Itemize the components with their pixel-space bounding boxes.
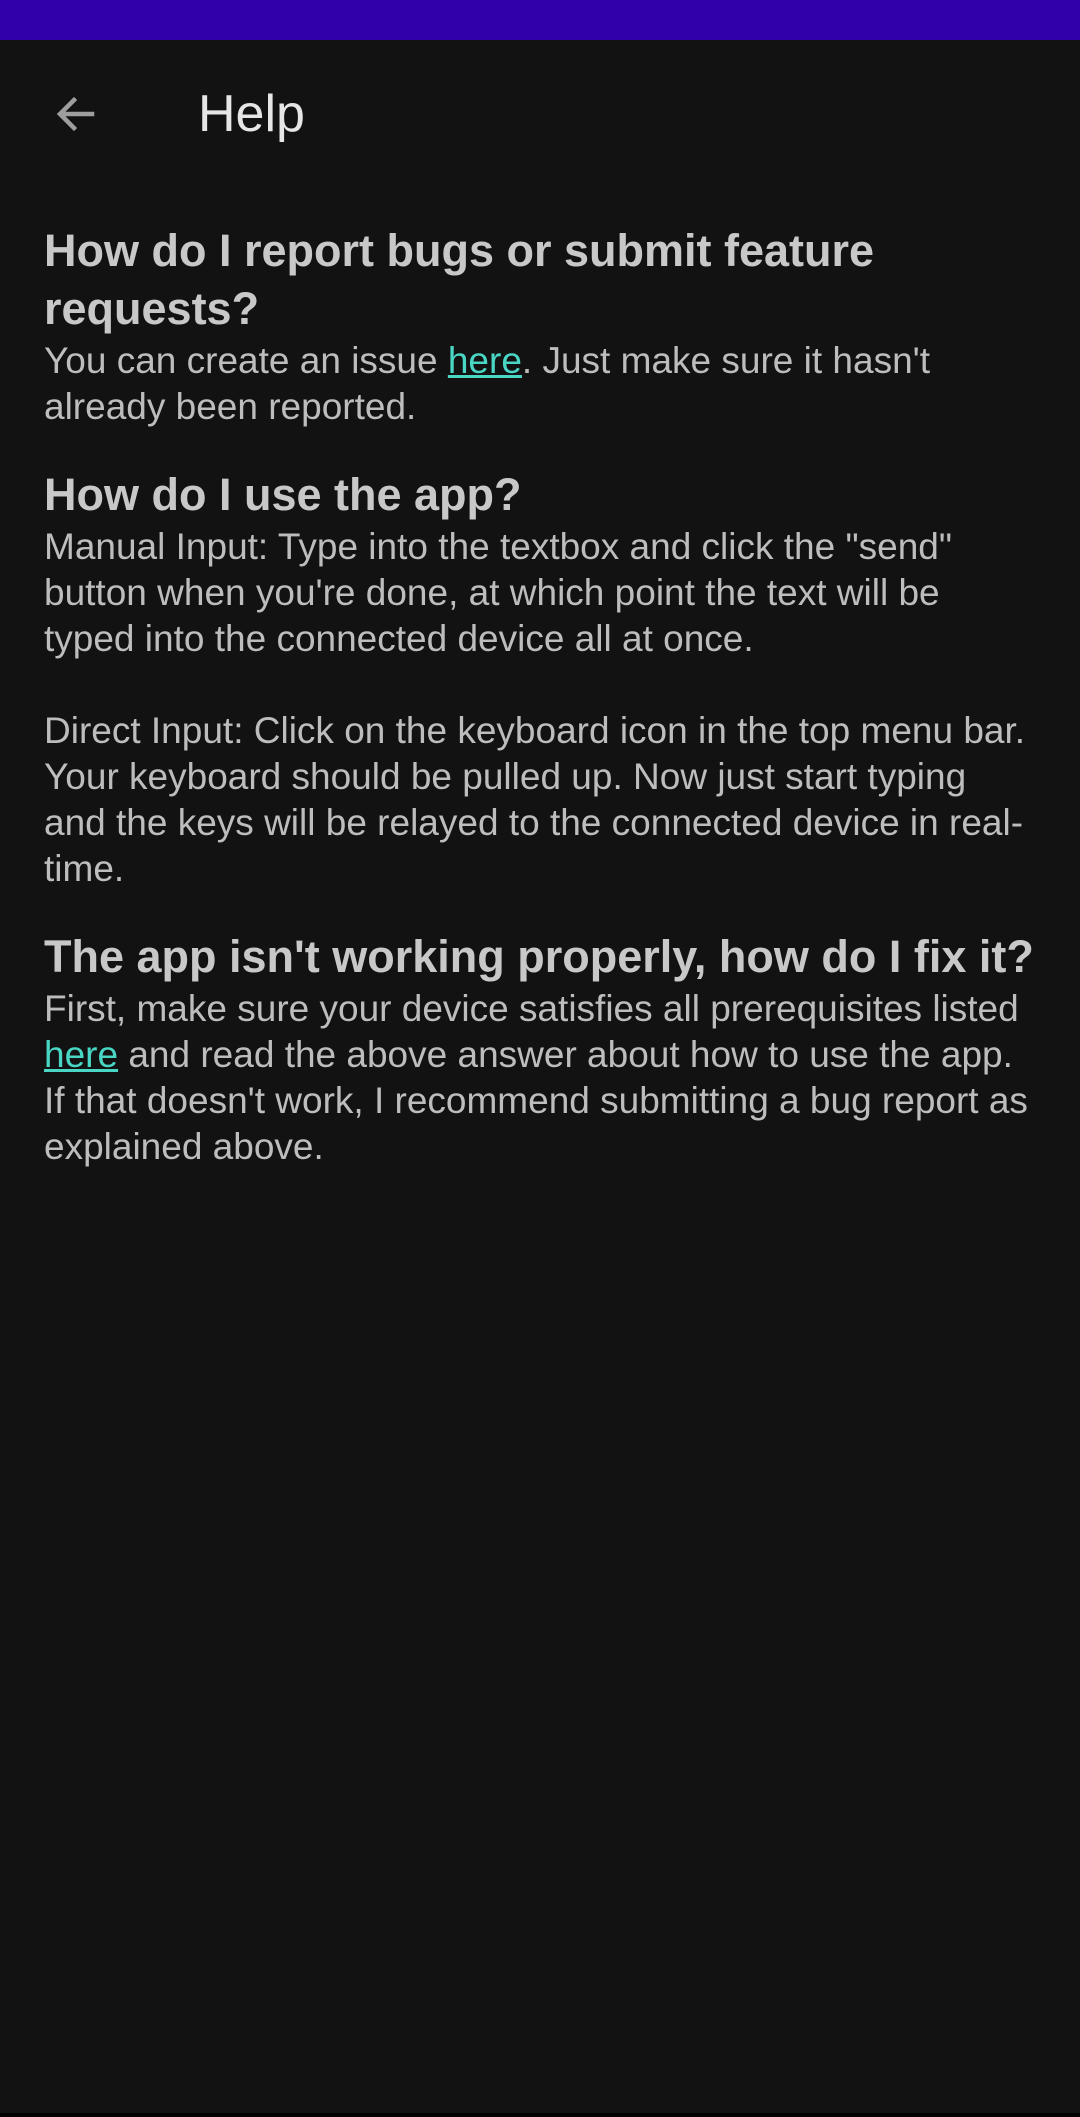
page-title: Help	[198, 85, 305, 143]
answer-text: You can create an issue	[44, 340, 448, 381]
faq-question: The app isn't working properly, how do I…	[44, 931, 1034, 982]
faq-question: How do I use the app?	[44, 469, 522, 520]
faq-item-troubleshooting: The app isn't working properly, how do I…	[44, 928, 1034, 1170]
navigation-bar-edge	[0, 2113, 1080, 2117]
answer-text: and read the above answer about how to u…	[44, 1034, 1028, 1167]
app-bar: Help	[0, 40, 1080, 198]
create-issue-link[interactable]: here	[448, 340, 522, 381]
faq-content: How do I report bugs or submit feature r…	[44, 222, 1034, 1170]
faq-item-report-bugs: How do I report bugs or submit feature r…	[44, 222, 1034, 430]
faq-question: How do I report bugs or submit feature r…	[44, 225, 875, 334]
faq-answer: You can create an issue here. Just make …	[44, 338, 1034, 430]
manual-input-paragraph: Manual Input: Type into the textbox and …	[44, 526, 952, 659]
status-bar	[0, 0, 1080, 40]
arrow-left-icon	[56, 96, 95, 132]
faq-item-how-to-use: How do I use the app? Manual Input: Type…	[44, 466, 1034, 892]
answer-text: First, make sure your device satisfies a…	[44, 988, 1019, 1029]
back-button[interactable]	[38, 76, 114, 152]
direct-input-paragraph: Direct Input: Click on the keyboard icon…	[44, 710, 1026, 889]
prerequisites-link[interactable]: here	[44, 1034, 118, 1075]
faq-answer: First, make sure your device satisfies a…	[44, 986, 1034, 1170]
